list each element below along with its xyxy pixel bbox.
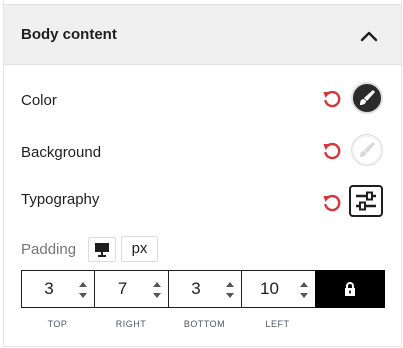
paint-brush-icon bbox=[360, 90, 375, 105]
stepper-arrows-icon[interactable] bbox=[78, 280, 88, 300]
padding-top-field bbox=[22, 271, 95, 307]
background-label: Background bbox=[21, 144, 102, 161]
background-reset-icon[interactable] bbox=[321, 140, 343, 162]
paint-brush-icon bbox=[360, 142, 375, 157]
color-reset-icon[interactable] bbox=[321, 88, 343, 110]
padding-label: Padding bbox=[21, 241, 77, 258]
padding-top-caption: TOP bbox=[47, 319, 68, 329]
typography-reset-icon[interactable] bbox=[321, 192, 343, 214]
padding-right-field bbox=[95, 271, 169, 307]
typography-label: Typography bbox=[21, 191, 100, 208]
section-title: Body content bbox=[21, 26, 117, 43]
background-swatch-button[interactable] bbox=[351, 134, 383, 166]
typography-settings-button[interactable] bbox=[349, 185, 383, 217]
padding-right-caption: RIGHT bbox=[115, 319, 147, 329]
body-content-panel: Body content Color Background Typography bbox=[3, 0, 402, 347]
color-label: Color bbox=[21, 92, 57, 109]
stepper-arrows-icon[interactable] bbox=[225, 280, 235, 300]
stepper-arrows-icon[interactable] bbox=[152, 280, 162, 300]
link-values-button[interactable] bbox=[315, 270, 385, 308]
color-swatch-button[interactable] bbox=[351, 82, 383, 114]
stepper-arrows-icon[interactable] bbox=[299, 280, 309, 300]
lock-icon bbox=[345, 282, 355, 296]
padding-bottom-field bbox=[169, 271, 242, 307]
padding-inputs bbox=[21, 270, 385, 308]
desktop-icon bbox=[95, 243, 109, 257]
unit-select-button[interactable]: px bbox=[121, 236, 158, 262]
padding-left-field bbox=[242, 271, 315, 307]
sliders-icon bbox=[356, 191, 376, 211]
section-header[interactable]: Body content bbox=[4, 4, 401, 65]
chevron-up-icon[interactable] bbox=[359, 29, 379, 43]
padding-left-caption: LEFT bbox=[265, 319, 290, 329]
device-switcher-button[interactable] bbox=[88, 237, 116, 262]
padding-bottom-caption: BOTTOM bbox=[183, 319, 226, 329]
